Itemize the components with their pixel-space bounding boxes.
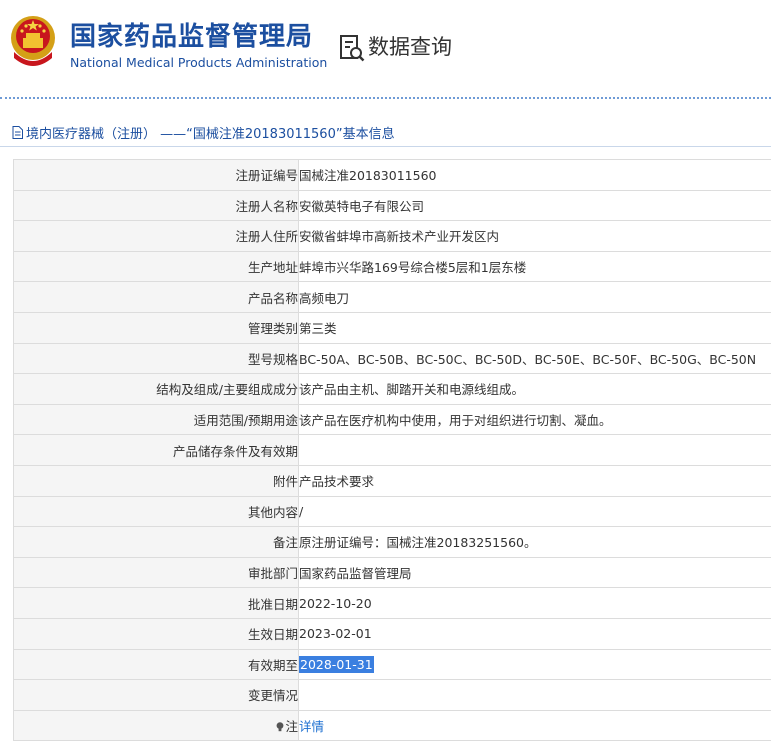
table-row: 审批部门 国家药品监督管理局: [13, 556, 771, 589]
site-header: 国家药品监督管理局 National Medical Products Admi…: [0, 0, 771, 100]
table-row: 注 详情: [13, 709, 771, 742]
org-name-cn: 国家药品监督管理局: [70, 22, 314, 52]
field-value: 产品技术要求: [298, 464, 771, 497]
field-value: 国械注准20183011560: [298, 159, 771, 191]
breadcrumb: 境内医疗器械（注册） ——“国械注准20183011560”基本信息: [12, 123, 395, 142]
registration-info-table: 注册证编号 国械注准20183011560 注册人名称 安徽英特电子有限公司 注…: [13, 159, 771, 742]
field-label: 变更情况: [13, 679, 299, 711]
field-label: 有效期至: [13, 648, 299, 681]
table-row: 产品名称 高频电刀: [13, 281, 771, 313]
field-value: [298, 679, 771, 711]
field-value: /: [298, 495, 771, 528]
field-label: 适用范围/预期用途: [13, 403, 299, 436]
section-divider: [0, 146, 771, 147]
table-row: 适用范围/预期用途 该产品在医疗机构中使用，用于对组织进行切割、凝血。: [13, 403, 771, 436]
field-label: 附件: [13, 464, 299, 497]
note-label-cell: 注: [13, 709, 299, 742]
field-value-cell: 详情: [298, 709, 771, 742]
table-row: 注册证编号 国械注准20183011560: [13, 159, 771, 191]
field-value: 该产品由主机、脚踏开关和电源线组成。: [298, 373, 771, 405]
table-row: 其他内容 /: [13, 495, 771, 528]
field-label: 产品名称: [13, 281, 299, 313]
table-row: 注册人名称 安徽英特电子有限公司: [13, 189, 771, 222]
lightbulb-icon: [277, 722, 284, 732]
field-label: 备注: [13, 526, 299, 558]
field-value: 原注册证编号：国械注准20183251560。: [298, 526, 771, 558]
field-value: 高频电刀: [298, 281, 771, 313]
field-value: BC-50A、BC-50B、BC-50C、BC-50D、BC-50E、BC-50…: [298, 342, 771, 375]
field-label: 结构及组成/主要组成成分: [13, 373, 299, 405]
field-label: 其他内容: [13, 495, 299, 528]
table-row: 变更情况: [13, 679, 771, 711]
field-label: 生效日期: [13, 617, 299, 650]
details-link[interactable]: 详情: [300, 719, 325, 734]
field-value-cell: 2028-01-31: [298, 648, 771, 681]
table-row: 备注 原注册证编号：国械注准20183251560。: [13, 526, 771, 558]
field-label: 批准日期: [13, 587, 299, 619]
note-label: 注: [285, 718, 298, 734]
field-value: [298, 434, 771, 466]
search-document-icon: [340, 35, 365, 62]
field-label: 审批部门: [13, 556, 299, 589]
table-row: 附件 产品技术要求: [13, 464, 771, 497]
field-value: 2023-02-01: [298, 617, 771, 650]
field-label: 注册人名称: [13, 189, 299, 222]
breadcrumb-text: 境内医疗器械（注册） ——“国械注准20183011560”基本信息: [26, 127, 395, 142]
table-row: 产品储存条件及有效期: [13, 434, 771, 466]
field-value: 2022-10-20: [298, 587, 771, 619]
table-row: 管理类别 第三类: [13, 311, 771, 344]
field-label: 型号规格: [13, 342, 299, 375]
org-name-en: National Medical Products Administration: [70, 55, 328, 70]
field-label: 产品储存条件及有效期: [13, 434, 299, 466]
field-value: 蚌埠市兴华路169号综合楼5层和1层东楼: [298, 250, 771, 283]
field-value: 安徽英特电子有限公司: [298, 189, 771, 222]
national-emblem-icon: [11, 16, 55, 66]
header-divider: [0, 97, 771, 99]
table-row: 型号规格 BC-50A、BC-50B、BC-50C、BC-50D、BC-50E、…: [13, 342, 771, 375]
field-label: 管理类别: [13, 311, 299, 344]
field-value: 该产品在医疗机构中使用，用于对组织进行切割、凝血。: [298, 403, 771, 436]
field-label: 注册证编号: [13, 159, 299, 191]
selected-expiry-date[interactable]: 2028-01-31: [299, 655, 374, 673]
table-row: 结构及组成/主要组成成分 该产品由主机、脚踏开关和电源线组成。: [13, 373, 771, 405]
data-query-title: 数据查询: [368, 35, 452, 59]
document-icon: [12, 126, 23, 139]
field-value: 第三类: [298, 311, 771, 344]
field-label: 生产地址: [13, 250, 299, 283]
field-value: 国家药品监督管理局: [298, 556, 771, 589]
table-row: 批准日期 2022-10-20: [13, 587, 771, 619]
table-row: 注册人住所 安徽省蚌埠市高新技术产业开发区内: [13, 220, 771, 252]
field-value: 安徽省蚌埠市高新技术产业开发区内: [298, 220, 771, 252]
field-label: 注册人住所: [13, 220, 299, 252]
table-row: 生效日期 2023-02-01: [13, 617, 771, 650]
table-row: 有效期至 2028-01-31: [13, 648, 771, 681]
table-row: 生产地址 蚌埠市兴华路169号综合楼5层和1层东楼: [13, 250, 771, 283]
